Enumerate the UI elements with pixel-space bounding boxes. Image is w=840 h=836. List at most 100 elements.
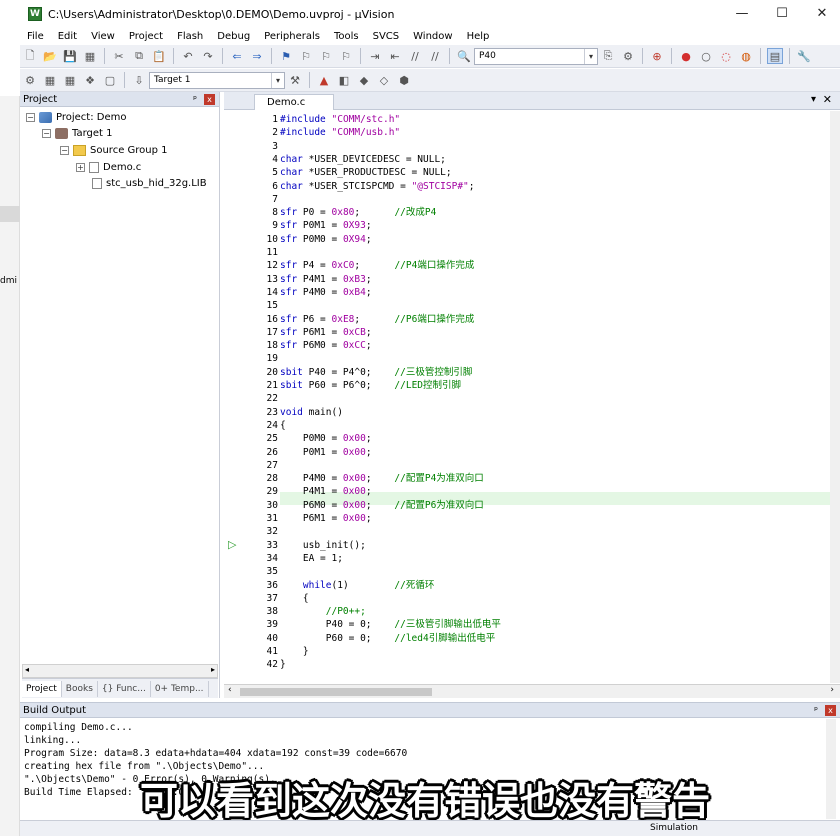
- menu-help[interactable]: Help: [460, 31, 497, 42]
- pin-icon[interactable]: ᵖ: [193, 93, 197, 108]
- code-line[interactable]: sfr P0 = 0x80; //改成P4: [280, 206, 436, 219]
- tree-item-project[interactable]: − Project: Demo: [26, 112, 126, 123]
- code-line[interactable]: sfr P4M0 = 0xB4;: [280, 286, 372, 299]
- code-area[interactable]: 1 2 3 4 5 6 7 8 9 10 11 12 13 14 15 16 17 18 19 20 21 22 23 24 2…: [224, 111, 834, 683]
- maximize-button[interactable]: ☐: [762, 4, 802, 24]
- code-line[interactable]: P60 = 0; //led4引脚输出低电平: [280, 632, 495, 645]
- collapse-icon[interactable]: −: [42, 129, 51, 138]
- cut-icon[interactable]: ✂: [111, 48, 127, 64]
- close-button[interactable]: ✕: [802, 4, 840, 24]
- chevron-down-icon[interactable]: ▾: [584, 48, 597, 64]
- code-line[interactable]: while(1) //死循环: [280, 579, 434, 592]
- code-line[interactable]: char *USER_DEVICEDESC = NULL;: [280, 153, 446, 166]
- code-line[interactable]: P6M1 = 0x00;: [280, 512, 372, 525]
- tree-item-source-group[interactable]: − Source Group 1: [60, 145, 168, 156]
- tab-close-icon[interactable]: ✕: [823, 93, 832, 106]
- minimize-button[interactable]: —: [722, 4, 762, 24]
- window-layout-icon[interactable]: ▤: [767, 48, 783, 64]
- scroll-right-icon[interactable]: ›: [830, 685, 834, 695]
- code-line[interactable]: EA = 1;: [280, 552, 343, 565]
- code-line[interactable]: P6M0 = 0x00; //配置P6为准双向口: [280, 499, 484, 512]
- menu-file[interactable]: File: [20, 31, 51, 42]
- batch-build-icon[interactable]: ❖: [82, 72, 98, 88]
- menu-tools[interactable]: Tools: [327, 31, 366, 42]
- find-combo[interactable]: P40 ▾: [474, 47, 598, 65]
- chevron-down-icon[interactable]: ▾: [271, 72, 284, 88]
- output-vscroll[interactable]: [826, 719, 836, 819]
- tab-project[interactable]: Project: [22, 680, 62, 697]
- manage-components-icon[interactable]: ◧: [336, 72, 352, 88]
- comment-icon[interactable]: //: [407, 48, 423, 64]
- editor-hscroll[interactable]: ‹ ›: [224, 684, 840, 698]
- manage-project-icon[interactable]: ▲: [316, 72, 332, 88]
- menu-flash[interactable]: Flash: [170, 31, 210, 42]
- menu-svcs[interactable]: SVCS: [366, 31, 407, 42]
- save-icon[interactable]: 💾: [62, 48, 78, 64]
- translate-icon[interactable]: ⚙: [22, 72, 38, 88]
- breakpoint-kill-icon[interactable]: ◍: [738, 48, 754, 64]
- new-file-icon[interactable]: 🗋: [22, 48, 38, 64]
- code-line[interactable]: }: [280, 658, 286, 671]
- uncomment-icon[interactable]: //: [427, 48, 443, 64]
- project-hscroll[interactable]: ◂ ▸: [22, 664, 218, 678]
- target-select[interactable]: Target 1 ▾: [149, 71, 285, 89]
- tab-templates[interactable]: 0+ Temp...: [151, 680, 209, 697]
- breakpoint-disable-icon[interactable]: ○: [698, 48, 714, 64]
- tab-books[interactable]: Books: [62, 680, 98, 697]
- hscroll-thumb[interactable]: [240, 688, 432, 696]
- code-line[interactable]: char *USER_PRODUCTDESC = NULL;: [280, 166, 452, 179]
- code-line[interactable]: char *USER_STCISPCMD = "@STCISP#";: [280, 180, 475, 193]
- unindent-icon[interactable]: ⇤: [387, 48, 403, 64]
- nav-back-icon[interactable]: ⇐: [229, 48, 245, 64]
- breakpoint-clear-icon[interactable]: ◌: [718, 48, 734, 64]
- code-line[interactable]: sfr P6M0 = 0xCC;: [280, 339, 372, 352]
- code-line[interactable]: sfr P0M1 = 0X93;: [280, 219, 372, 232]
- menu-peripherals[interactable]: Peripherals: [257, 31, 327, 42]
- expand-icon[interactable]: +: [76, 163, 85, 172]
- replace-icon[interactable]: ⎘: [600, 48, 616, 64]
- code-line[interactable]: usb_init();: [280, 539, 366, 552]
- menu-debug[interactable]: Debug: [210, 31, 257, 42]
- target-options-icon[interactable]: ⚒: [287, 72, 303, 88]
- code-line[interactable]: sfr P4M1 = 0xB3;: [280, 273, 372, 286]
- download-icon[interactable]: ⇩: [131, 72, 147, 88]
- panel-close-icon[interactable]: x: [204, 94, 215, 105]
- code-line[interactable]: P4M1 = 0x00;: [280, 485, 372, 498]
- incremental-find-icon[interactable]: ⚙: [620, 48, 636, 64]
- nav-forward-icon[interactable]: ⇒: [249, 48, 265, 64]
- stop-build-icon[interactable]: ▢: [102, 72, 118, 88]
- tree-item-lib[interactable]: stc_usb_hid_32g.LIB: [92, 178, 207, 189]
- editor-vscroll[interactable]: [830, 111, 840, 683]
- code-line[interactable]: P0M1 = 0x00;: [280, 446, 372, 459]
- code-line[interactable]: #include "COMM/usb.h": [280, 126, 400, 139]
- debug-session-icon[interactable]: ⊕: [649, 48, 665, 64]
- collapse-icon[interactable]: −: [26, 113, 35, 122]
- code-line[interactable]: sfr P6M1 = 0xCB;: [280, 326, 372, 339]
- tree-item-demo-c[interactable]: + Demo.c: [76, 162, 141, 173]
- bookmark-next-icon[interactable]: ⚐: [318, 48, 334, 64]
- code-line[interactable]: sfr P0M0 = 0X94;: [280, 233, 372, 246]
- tab-demo-c[interactable]: Demo.c: [254, 94, 334, 110]
- select-packs-icon[interactable]: ◆: [356, 72, 372, 88]
- code-line[interactable]: void main(): [280, 406, 343, 419]
- pin-icon[interactable]: ᵖ: [814, 704, 818, 719]
- code-line[interactable]: sfr P6 = 0xE8; //P6端口操作完成: [280, 313, 474, 326]
- redo-icon[interactable]: ↷: [200, 48, 216, 64]
- bookmark-clear-icon[interactable]: ⚐: [338, 48, 354, 64]
- code-line[interactable]: sbit P60 = P6^0; //LED控制引脚: [280, 379, 461, 392]
- find-in-files-icon[interactable]: 🔍: [456, 48, 472, 64]
- scroll-left-icon[interactable]: ‹: [228, 685, 232, 695]
- undo-icon[interactable]: ↶: [180, 48, 196, 64]
- code-line[interactable]: P0M0 = 0x00;: [280, 432, 372, 445]
- open-file-icon[interactable]: 📂: [42, 48, 58, 64]
- tab-functions[interactable]: {} Func...: [98, 680, 151, 697]
- code-line[interactable]: }: [280, 645, 309, 658]
- panel-close-icon[interactable]: x: [825, 705, 836, 716]
- rebuild-icon[interactable]: ▦: [62, 72, 78, 88]
- scroll-left-icon[interactable]: ◂: [25, 665, 29, 674]
- paste-icon[interactable]: 📋: [151, 48, 167, 64]
- rte-icon[interactable]: ◇: [376, 72, 392, 88]
- copy-icon[interactable]: ⧉: [131, 48, 147, 64]
- collapse-icon[interactable]: −: [60, 146, 69, 155]
- tree-item-target[interactable]: − Target 1: [42, 128, 112, 139]
